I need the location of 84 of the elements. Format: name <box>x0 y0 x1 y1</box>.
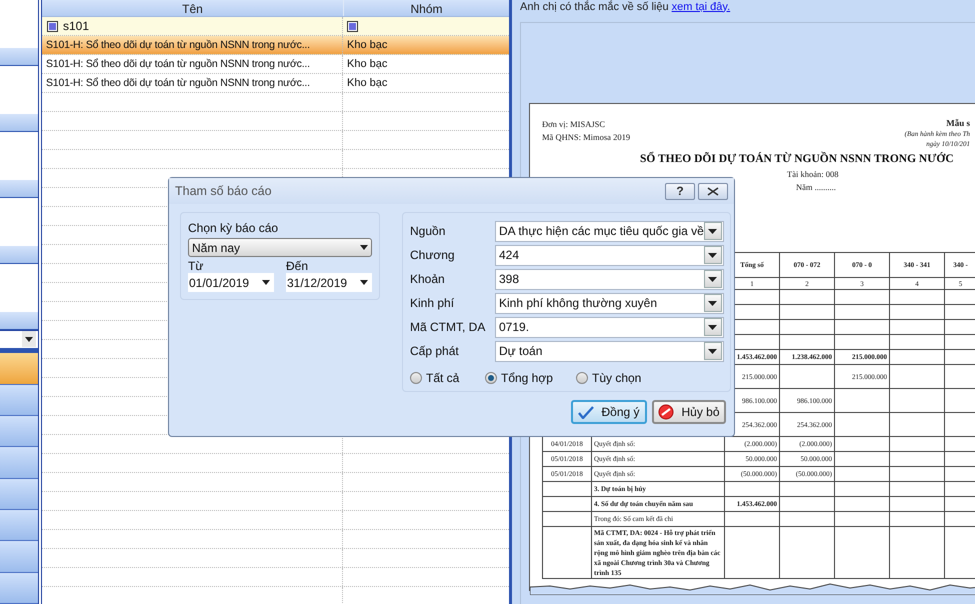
dropdown-button[interactable] <box>704 342 722 360</box>
form-label: Mẫu s <box>946 118 970 129</box>
field-label: Mã CTMT, DA <box>410 319 486 336</box>
close-icon <box>707 186 719 196</box>
account-text: Tài khoản: 008 <box>787 168 840 180</box>
nav-button[interactable] <box>0 416 38 448</box>
dropdown-button[interactable] <box>704 318 722 336</box>
caret-icon <box>708 252 718 258</box>
radio-option[interactable]: Tổng hợp <box>485 369 576 387</box>
table-cell: S101-H: Sổ theo dõi dự toán từ nguồn NSNN trong nước... <box>42 55 343 73</box>
date-label: Từ <box>188 259 204 273</box>
nav-button[interactable] <box>0 572 38 604</box>
nav-header-bar[interactable] <box>0 312 38 330</box>
field-label: Nguồn <box>410 223 446 240</box>
nav-dropdown[interactable] <box>0 330 38 348</box>
caret-icon <box>262 280 270 285</box>
close-button[interactable] <box>698 182 728 200</box>
column-header[interactable]: Tên <box>42 0 343 16</box>
select-field[interactable]: 424 <box>495 244 724 266</box>
nav-button[interactable] <box>0 447 38 479</box>
filter-checkbox-icon[interactable] <box>47 20 58 32</box>
table-cell-text: Kho bạc <box>346 38 388 53</box>
caret-icon <box>708 300 718 306</box>
field-label: Khoản <box>410 271 446 288</box>
cancel-button[interactable]: Hủy bỏ <box>652 400 726 424</box>
dropdown-button[interactable] <box>704 270 722 288</box>
notice-link[interactable]: xem tại đây. <box>672 0 730 12</box>
checkmark-icon <box>578 406 594 418</box>
caret-icon <box>360 280 368 285</box>
column-header[interactable]: Nhóm <box>343 0 509 16</box>
caret-icon <box>360 245 368 250</box>
ok-button[interactable]: Đồng ý <box>571 400 647 424</box>
select-field[interactable]: Dự toán <box>495 340 724 362</box>
select-field[interactable]: Kinh phí không thường xuyên <box>495 292 724 314</box>
dropdown-button[interactable] <box>704 222 722 240</box>
date-picker[interactable]: 31/12/2019 <box>286 273 372 292</box>
period-label: Chọn kỳ báo cáo <box>188 220 280 237</box>
table-cell-text: Kho bạc <box>346 57 388 72</box>
select-field[interactable]: DA thực hiện các mục tiêu quốc gia về <box>495 220 724 242</box>
select-field[interactable]: 0719. <box>495 316 724 338</box>
radio-icon[interactable] <box>410 372 422 384</box>
report-title: SỔ THEO DÕI DỰ TOÁN TỪ NGUỒN NSNN TRONG NƯỚC <box>640 151 955 167</box>
nav-header-bar[interactable] <box>0 246 38 264</box>
nav-header-bar[interactable] <box>0 180 38 198</box>
dropdown-button[interactable] <box>704 246 722 264</box>
caret-icon <box>708 228 718 234</box>
filter-checkbox-icon[interactable] <box>347 20 358 32</box>
date-label: Đến <box>286 259 310 273</box>
period-select[interactable]: Năm nay <box>188 238 372 257</box>
nav-button[interactable] <box>0 478 38 510</box>
prohibited-icon <box>658 404 674 420</box>
report-row[interactable]: S101-H: Sổ theo dõi dự toán từ nguồn NSNN trong nước... Kho bạc <box>42 55 509 74</box>
caret-icon <box>708 276 718 282</box>
dialog-title: Tham số báo cáo <box>175 182 272 200</box>
report-row[interactable]: S101-H: Sổ theo dõi dự toán từ nguồn NSNN trong nước... Kho bạc <box>42 74 509 93</box>
budget-code-text: Mã QHNS: Mimosa 2019 <box>542 131 630 144</box>
radio-option[interactable]: Tùy chọn <box>576 369 667 387</box>
nav-button[interactable] <box>0 541 38 573</box>
nav-button[interactable] <box>0 510 38 542</box>
date-picker[interactable]: 01/01/2019 <box>188 273 274 292</box>
field-label: Cấp phát <box>410 343 460 360</box>
field-label: Kinh phí <box>410 295 456 312</box>
field-label: Chương <box>410 247 456 264</box>
nav-header-bar[interactable] <box>0 48 38 66</box>
nav-button[interactable] <box>0 384 38 416</box>
table-cell-text: Kho bạc <box>346 76 388 91</box>
nav-header-bar[interactable] <box>0 114 38 132</box>
radio-option[interactable]: Tất cả <box>410 369 485 387</box>
table-cell: S101-H: Sổ theo dõi dự toán từ nguồn NSNN trong nước... <box>42 36 343 54</box>
unit-text: Đơn vị: MISAJSC <box>542 118 606 131</box>
report-row[interactable]: S101-H: Sổ theo dõi dự toán từ nguồn NSNN trong nước... Kho bạc <box>42 36 509 55</box>
radio-icon[interactable] <box>485 372 497 384</box>
filter-field[interactable]: s101 <box>63 17 90 35</box>
caret-icon <box>708 324 718 330</box>
select-field[interactable]: 398 <box>495 268 724 290</box>
radio-icon[interactable] <box>576 372 588 384</box>
dropdown-button[interactable] <box>704 294 722 312</box>
caret-icon <box>708 348 718 354</box>
caret-icon <box>25 336 33 342</box>
nav-button[interactable] <box>0 353 38 385</box>
help-button[interactable]: ? <box>665 182 695 200</box>
notice-text: Anh chị có thắc mắc về số liệu xem tại đây. <box>520 0 730 14</box>
table-cell: S101-H: Sổ theo dõi dự toán từ nguồn NSNN trong nước... <box>42 74 343 92</box>
year-text: Năm .......... <box>796 181 837 194</box>
